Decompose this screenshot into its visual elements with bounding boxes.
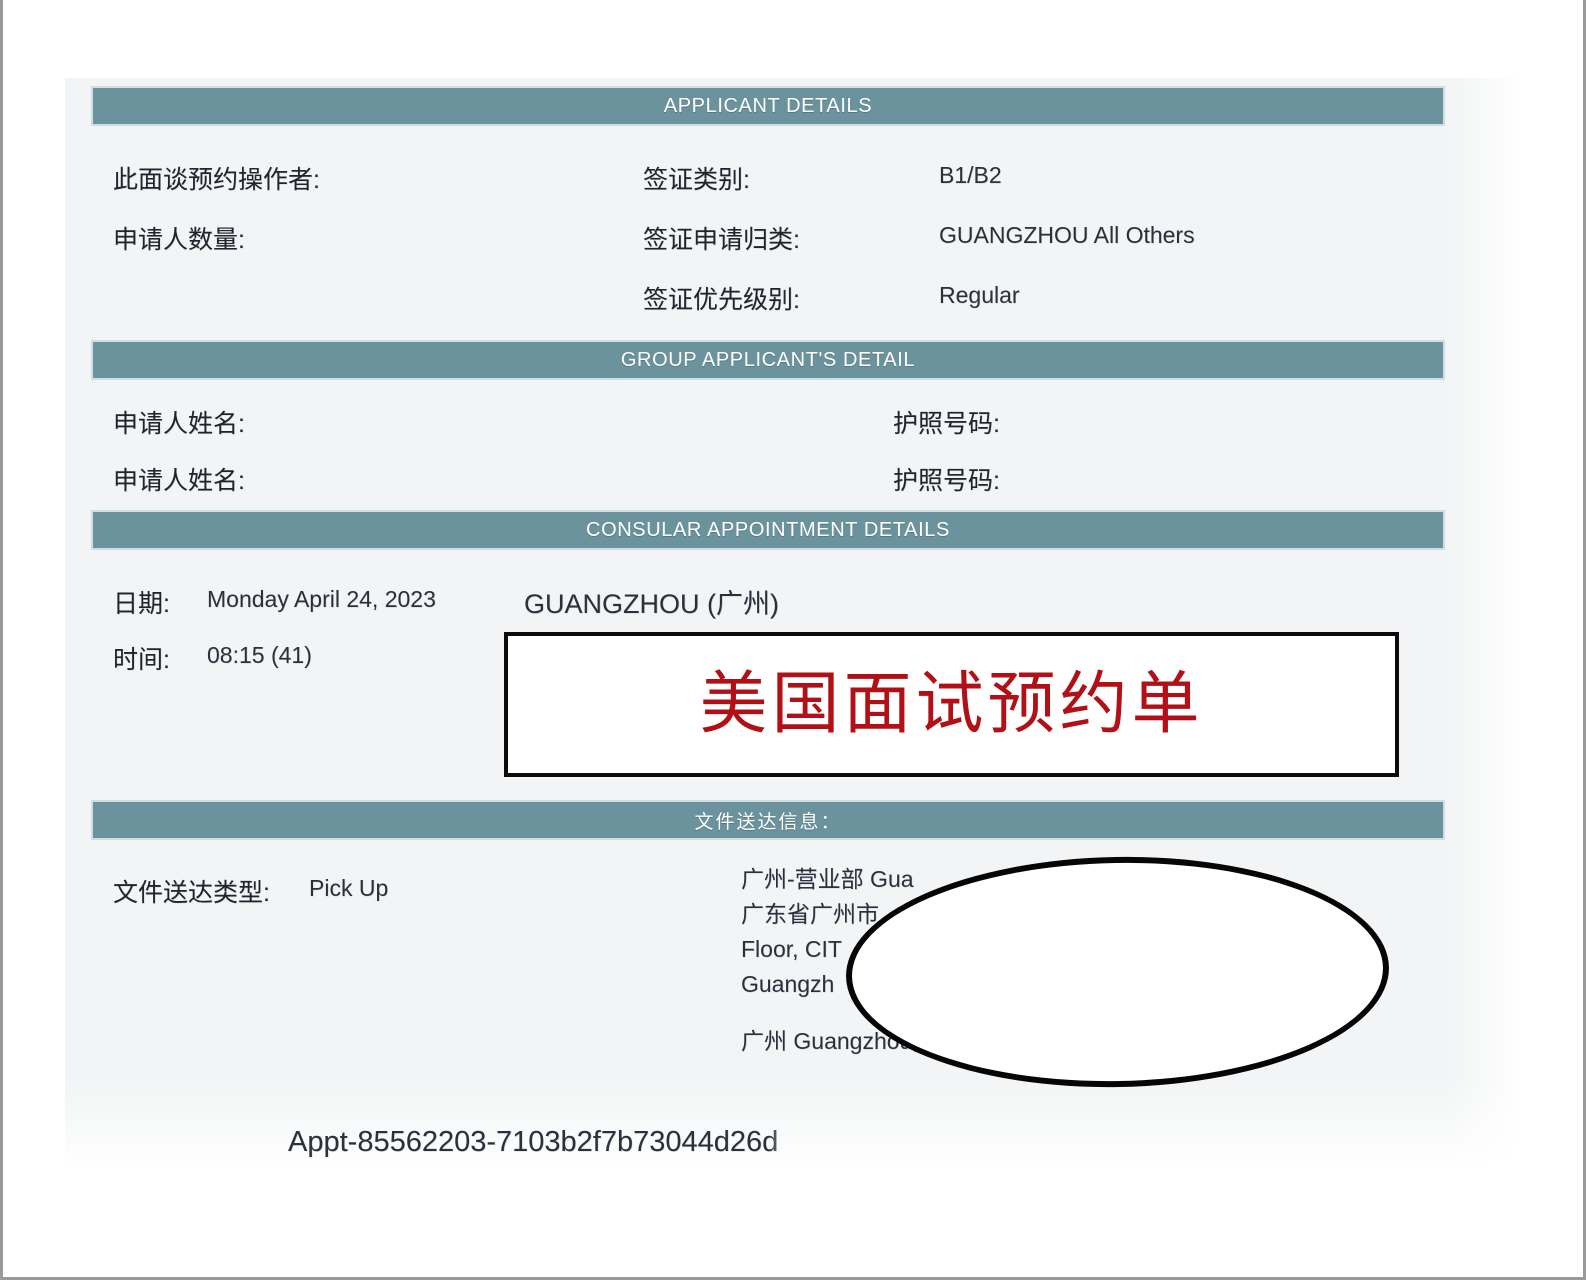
value-delivery-type: Pick Up — [309, 875, 389, 901]
label-delivery-type: 文件送达类型: — [113, 879, 270, 907]
appointment-reference-id: Appt-85562203-7103b2f7b73044d26d — [288, 1126, 779, 1158]
section-header-group-applicant: GROUP APPLICANT'S DETAIL — [91, 340, 1445, 380]
value-visa-type: B1/B2 — [939, 162, 1002, 188]
value-appointment-time: 08:15 (41) — [207, 642, 312, 668]
appointment-stamp-text: 美国面试预约单 — [699, 664, 1204, 744]
label-visa-type: 签证类别: — [643, 166, 750, 194]
label-appointment-time: 时间: — [113, 646, 170, 674]
label-passport-number-1: 护照号码: — [893, 410, 1000, 438]
label-applicant-name-2: 申请人姓名: — [113, 467, 245, 495]
section-header-consular-appointment: CONSULAR APPOINTMENT DETAILS — [91, 510, 1445, 550]
label-applicant-count: 申请人数量: — [113, 226, 245, 254]
value-appointment-date: Monday April 24, 2023 — [207, 586, 436, 612]
window-frame: APPLICANT DETAILS 此面谈预约操作者: 申请人数量: 签证类别:… — [0, 0, 1586, 1280]
value-visa-category: GUANGZHOU All Others — [939, 222, 1195, 248]
label-interview-operator: 此面谈预约操作者: — [113, 166, 320, 194]
label-passport-number-2: 护照号码: — [893, 467, 1000, 495]
label-visa-category: 签证申请归类: — [643, 226, 800, 254]
appointment-stamp-box: 美国面试预约单 — [504, 632, 1399, 777]
section-header-document-delivery: 文件送达信息： — [91, 800, 1445, 840]
value-visa-priority: Regular — [939, 282, 1020, 308]
value-consulate-location: GUANGZHOU (广州) — [524, 589, 779, 619]
label-visa-priority: 签证优先级别: — [643, 286, 800, 314]
section-header-applicant-details: APPLICANT DETAILS — [91, 86, 1445, 126]
label-applicant-name-1: 申请人姓名: — [113, 410, 245, 438]
label-appointment-date: 日期: — [113, 590, 170, 618]
